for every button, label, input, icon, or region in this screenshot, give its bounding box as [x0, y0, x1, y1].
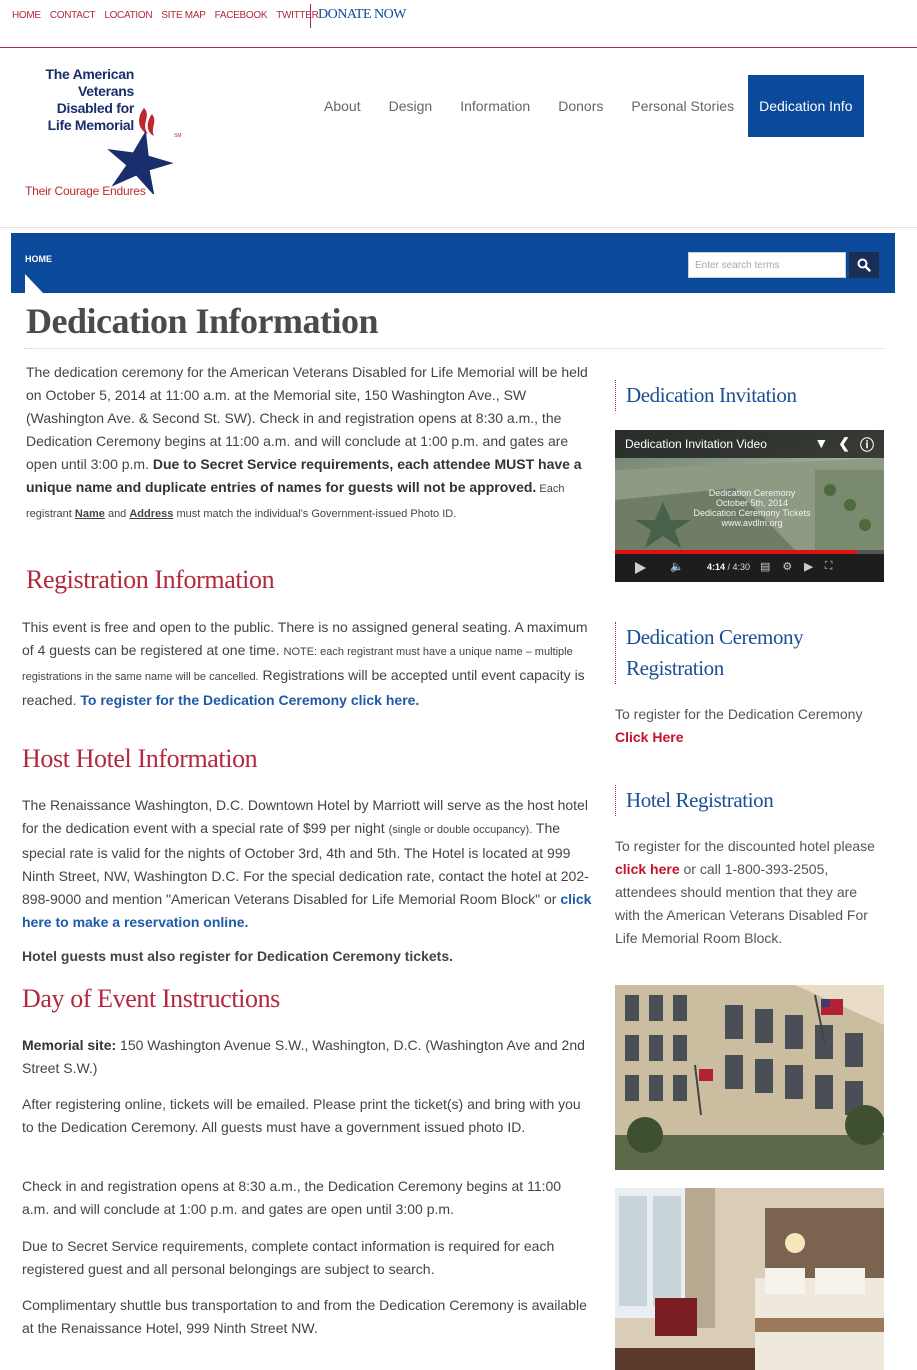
video-control-icons: ▤ ⚙ ▶ ⛶ [760, 560, 832, 573]
nav-donors[interactable]: Donors [544, 75, 617, 137]
thumb-down-icon[interactable]: ▼ [814, 435, 828, 455]
play-icon[interactable] [635, 562, 646, 574]
utility-link-facebook[interactable]: FACEBOOK [215, 10, 268, 21]
video-time-current: 4:14 [707, 562, 726, 572]
memorial-site-label: Memorial site: [22, 1037, 117, 1053]
ceremony-registration-text: To register for the Dedication Ceremony C… [615, 703, 890, 749]
ceremony-registration-heading: Dedication Ceremony Registration [615, 622, 804, 684]
utility-link-twitter[interactable]: TWITTER [276, 10, 319, 21]
nav-dedication-info[interactable]: Dedication Info [748, 75, 864, 137]
hotel-reg-text-1: To register for the discounted hotel ple… [615, 838, 875, 854]
video-top-icons: ▼ ❮ ⓘ [814, 435, 874, 455]
title-divider [24, 348, 884, 349]
main-nav: About Design Information Donors Personal… [310, 75, 864, 137]
intro-paragraph: The dedication ceremony for the American… [26, 361, 592, 526]
hotel-registration-heading: Hotel Registration [615, 785, 774, 816]
search-icon [857, 258, 871, 272]
logo-line-2: Veterans [78, 83, 134, 99]
utility-link-contact[interactable]: CONTACT [50, 10, 96, 21]
video-overlay-text: Dedication Ceremony October 5th, 2014 De… [687, 488, 817, 528]
video-overlay-line-2: October 5th, 2014 [715, 498, 789, 508]
utility-links: HOME CONTACT LOCATION SITE MAP FACEBOOK … [12, 10, 319, 21]
intro-and: and [104, 508, 130, 520]
memorial-site-paragraph: Memorial site: 150 Washington Avenue S.W… [22, 1034, 592, 1080]
breadcrumb-home[interactable]: HOME [25, 254, 52, 264]
volume-icon[interactable]: 🔈 [670, 560, 684, 573]
donate-now-link[interactable]: DONATE NOW [318, 7, 406, 23]
intro-address-term: Address [129, 508, 174, 520]
site-logo[interactable]: The American Veterans Disabled for Life … [22, 66, 202, 216]
video-overlay-line-4: www.avdlm.org [721, 518, 783, 528]
invitation-video-player[interactable]: Dedication Invitation Video ▼ ❮ ⓘ Dedica… [615, 430, 884, 582]
nav-personal-stories[interactable]: Personal Stories [617, 75, 748, 137]
info-icon[interactable]: ⓘ [860, 435, 874, 455]
schedule-paragraph: Check in and registration opens at 8:30 … [22, 1178, 562, 1217]
utility-link-home[interactable]: HOME [12, 10, 41, 21]
register-ceremony-link[interactable]: To register for the Dedication Ceremony … [80, 692, 419, 708]
captions-icon[interactable]: ▤ [760, 560, 770, 573]
video-overlay-line-3: Dedication Ceremony Tickets [693, 508, 811, 518]
utility-divider [310, 4, 311, 28]
host-hotel-paragraph: The Renaissance Washington, D.C. Downtow… [22, 794, 592, 934]
logo-tagline: Their Courage Endures [25, 184, 146, 198]
search-button[interactable] [849, 252, 879, 278]
day-of-event-heading: Day of Event Instructions [22, 984, 280, 1013]
utility-link-sitemap[interactable]: SITE MAP [161, 10, 206, 21]
ceremony-heading-line-1: Dedication Ceremony [626, 625, 804, 649]
utility-link-location[interactable]: LOCATION [104, 10, 152, 21]
search-input[interactable] [688, 252, 846, 278]
hotel-room-photo [615, 1188, 884, 1370]
video-overlay-line-1: Dedication Ceremony [708, 488, 796, 498]
nav-about[interactable]: About [310, 75, 375, 137]
video-time-total: / 4:30 [725, 562, 751, 572]
settings-gear-icon[interactable]: ⚙ [782, 560, 792, 573]
registration-heading: Registration Information [26, 565, 275, 594]
nav-information[interactable]: Information [446, 75, 544, 137]
youtube-logo-icon[interactable]: ▶ [804, 560, 812, 573]
page-title: Dedication Information [26, 301, 379, 341]
video-time: 4:14 / 4:30 [707, 562, 750, 572]
ceremony-heading-line-2: Registration [626, 656, 724, 680]
nav-design[interactable]: Design [375, 75, 447, 137]
security-paragraph: Due to Secret Service requirements, comp… [22, 1238, 555, 1277]
hotel-click-here-link[interactable]: click here [615, 861, 680, 877]
registration-paragraph: This event is free and open to the publi… [22, 616, 592, 712]
intro-name-term: Name [74, 508, 105, 520]
host-hotel-heading: Host Hotel Information [22, 744, 258, 773]
fullscreen-icon[interactable]: ⛶ [825, 560, 833, 573]
tickets-paragraph: After registering online, tickets will b… [22, 1096, 581, 1135]
video-title: Dedication Invitation Video [625, 437, 767, 451]
dedication-invitation-heading: Dedication Invitation [615, 380, 797, 411]
utility-bar: HOME CONTACT LOCATION SITE MAP FACEBOOK … [0, 0, 917, 48]
ceremony-text: To register for the Dedication Ceremony [615, 706, 863, 722]
star-flame-icon [107, 108, 174, 194]
hotel-exterior-photo [615, 985, 884, 1170]
intro-small-2: must match the individual’s Government-i… [173, 508, 457, 520]
ceremony-click-here-link[interactable]: Click Here [615, 729, 683, 745]
hotel-registration-text: To register for the discounted hotel ple… [615, 835, 885, 950]
share-icon[interactable]: ❮ [838, 435, 850, 455]
breadcrumb-notch [25, 274, 43, 293]
hotel-guests-note: Hotel guests must also register for Dedi… [22, 948, 454, 964]
logo-line-1: The American [45, 66, 135, 82]
breadcrumb-band: HOME [11, 233, 895, 293]
site-header: The American Veterans Disabled for Life … [0, 48, 917, 228]
hotel-occupancy-note: (single or double occupancy). [388, 824, 533, 836]
video-controls: 🔈 4:14 / 4:30 ▤ ⚙ ▶ ⛶ [615, 554, 884, 582]
shuttle-paragraph: Complimentary shuttle bus transportation… [22, 1297, 587, 1336]
